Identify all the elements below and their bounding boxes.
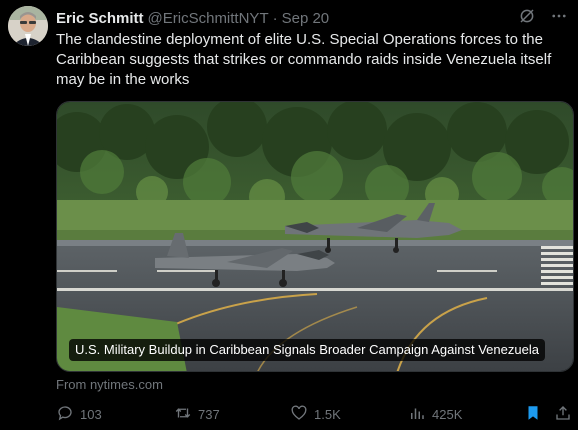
tweet-header: Eric Schmitt @EricSchmittNYT · Sep 20 xyxy=(56,8,568,28)
card-source[interactable]: From nytimes.com xyxy=(56,377,163,392)
views-count: 425K xyxy=(432,406,463,422)
tweet-text: The clandestine deployment of elite U.S.… xyxy=(56,31,552,88)
action-bar: 103 737 1.5K 425K xyxy=(56,404,574,424)
like-button[interactable]: 1.5K xyxy=(290,404,341,424)
heart-icon xyxy=(290,404,308,425)
link-card[interactable]: U.S. Military Buildup in Caribbean Signa… xyxy=(56,101,574,372)
like-count: 1.5K xyxy=(314,406,341,422)
article-image xyxy=(57,102,573,371)
reply-count: 103 xyxy=(80,406,102,422)
views-icon xyxy=(408,404,426,425)
repost-button[interactable]: 737 xyxy=(174,404,220,424)
tweet-date[interactable]: Sep 20 xyxy=(282,10,330,27)
author-name[interactable]: Eric Schmitt xyxy=(56,10,144,27)
grok-icon[interactable] xyxy=(518,7,536,29)
author-handle[interactable]: @EricSchmittNYT xyxy=(148,10,269,27)
bookmark-button[interactable] xyxy=(524,404,542,424)
repost-count: 737 xyxy=(198,406,220,422)
card-caption[interactable]: U.S. Military Buildup in Caribbean Signa… xyxy=(69,339,545,361)
separator: · xyxy=(272,9,278,27)
share-icon xyxy=(554,404,572,425)
views-button[interactable]: 425K xyxy=(408,404,462,424)
repost-icon xyxy=(174,404,192,425)
tweet[interactable]: Eric Schmitt @EricSchmittNYT · Sep 20 Th… xyxy=(0,0,578,430)
reply-icon xyxy=(56,404,74,425)
avatar[interactable] xyxy=(8,6,48,46)
bookmark-icon xyxy=(524,404,542,425)
share-button[interactable] xyxy=(554,404,572,424)
more-icon[interactable] xyxy=(550,7,568,29)
reply-button[interactable]: 103 xyxy=(56,404,102,424)
